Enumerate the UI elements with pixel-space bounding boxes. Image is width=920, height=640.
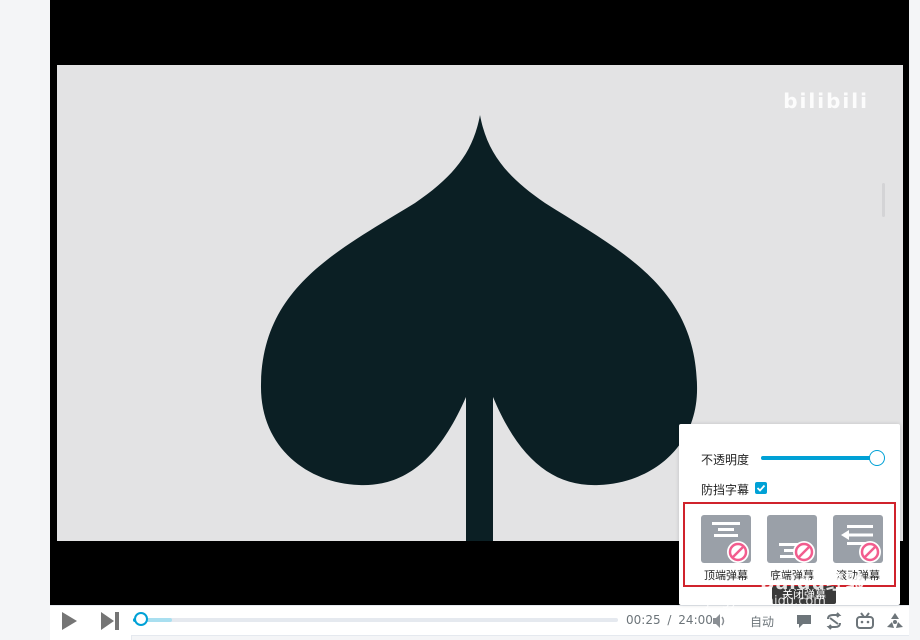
opacity-slider[interactable] bbox=[761, 450, 885, 466]
ban-icon bbox=[859, 541, 881, 563]
bilibili-tv-icon bbox=[856, 612, 874, 629]
top-danmaku-label: 顶端弹幕 bbox=[704, 569, 748, 582]
bilibili-watermark: bilibili bbox=[783, 89, 869, 113]
page-bottom-bar bbox=[50, 635, 909, 640]
play-button[interactable] bbox=[60, 612, 78, 630]
current-time: 00:25 bbox=[626, 613, 661, 627]
volume-icon bbox=[713, 614, 725, 628]
next-button[interactable] bbox=[100, 612, 120, 630]
radiation-button[interactable] bbox=[886, 612, 904, 630]
next-icon bbox=[101, 612, 119, 630]
block-subtitle-label: 防挡字幕 bbox=[701, 483, 750, 497]
danmaku-icon bbox=[797, 615, 811, 628]
control-bar: 00:25 / 24:00 自动 bbox=[50, 605, 909, 635]
block-subtitle-checkbox[interactable] bbox=[755, 482, 767, 494]
volume-button[interactable] bbox=[711, 613, 727, 629]
danmaku-toggle-button[interactable] bbox=[796, 613, 812, 629]
video-page: bilibili 00:25 / 24:00 自动 不透明度 防挡字幕 顶端弹幕… bbox=[0, 0, 920, 640]
baidu-watermark-brand: Baidu经验 bbox=[760, 572, 866, 594]
page-left-margin bbox=[0, 0, 50, 640]
checkmark-icon bbox=[756, 484, 766, 492]
time-separator: / bbox=[667, 613, 672, 627]
page-bottom-tab[interactable] bbox=[50, 635, 132, 640]
baidu-watermark-url: jingyan.baidu.com bbox=[706, 594, 826, 609]
duration: 24:00 bbox=[678, 613, 713, 627]
loop-icon bbox=[826, 612, 842, 630]
bilibili-tv-button[interactable] bbox=[856, 612, 874, 630]
play-icon bbox=[62, 612, 77, 630]
progress-bar[interactable] bbox=[133, 612, 618, 626]
quality-selector[interactable]: 自动 bbox=[750, 613, 774, 630]
loop-button[interactable] bbox=[825, 612, 843, 630]
radiation-icon bbox=[887, 613, 903, 628]
progress-thumb[interactable] bbox=[134, 612, 149, 626]
time-display: 00:25 / 24:00 bbox=[626, 613, 713, 627]
ban-icon bbox=[727, 541, 749, 563]
video-side-mark bbox=[882, 183, 885, 217]
opacity-label: 不透明度 bbox=[701, 453, 750, 467]
opacity-slider-knob[interactable] bbox=[869, 450, 885, 466]
ban-icon bbox=[793, 541, 815, 563]
opacity-slider-fill bbox=[761, 456, 877, 460]
page-right-margin bbox=[909, 0, 920, 640]
